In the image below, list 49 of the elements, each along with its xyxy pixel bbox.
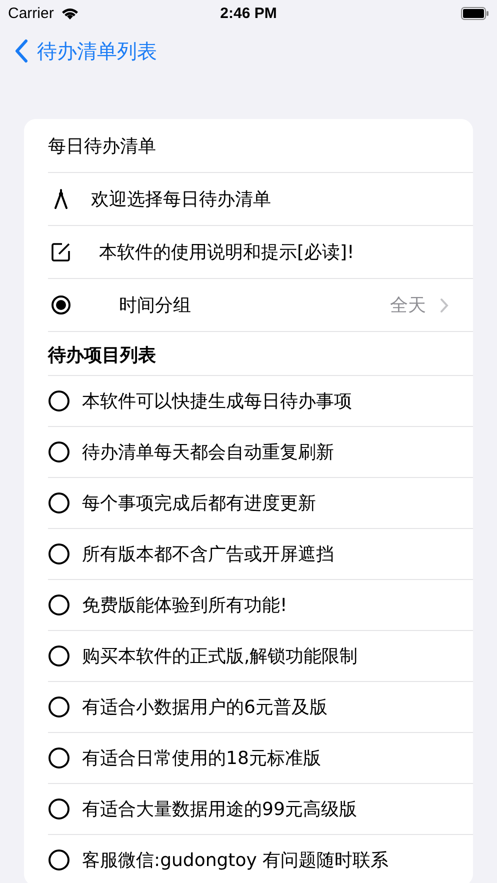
todo-row[interactable]: 有适合大量数据用途的99元高级版 xyxy=(48,784,473,835)
menu-label: 本软件的使用说明和提示[必读]! xyxy=(99,241,354,264)
battery-icon xyxy=(461,6,489,20)
menu-row[interactable]: 时间分组 全天 xyxy=(48,279,473,332)
checkbox-icon[interactable] xyxy=(48,798,70,820)
status-time: 2:46 PM xyxy=(220,4,277,22)
todo-label: 本软件可以快捷生成每日待办事项 xyxy=(82,390,352,413)
todo-label: 每个事项完成后都有进度更新 xyxy=(82,492,316,515)
todo-label: 有适合小数据用户的6元普及版 xyxy=(82,696,328,719)
todo-row[interactable]: 待办清单每天都会自动重复刷新 xyxy=(48,427,473,478)
checkbox-icon[interactable] xyxy=(48,543,70,565)
todo-label: 有适合日常使用的18元标准版 xyxy=(82,747,321,770)
checkbox-icon[interactable] xyxy=(48,594,70,616)
todo-row[interactable]: 本软件可以快捷生成每日待办事项 xyxy=(48,376,473,427)
carrier-label: Carrier xyxy=(8,4,54,22)
chevron-right-icon xyxy=(440,298,449,312)
todo-label: 购买本软件的正式版,解锁功能限制 xyxy=(82,645,358,668)
menu-value: 全天 xyxy=(390,294,426,317)
chevron-left-icon xyxy=(14,39,28,63)
menu-row[interactable]: 本软件的使用说明和提示[必读]! xyxy=(48,226,473,279)
todo-row[interactable]: 客服微信:gudongtoy 有问题随时联系 xyxy=(48,835,473,883)
todo-label: 客服微信:gudongtoy 有问题随时联系 xyxy=(82,849,389,872)
todo-label: 有适合大量数据用途的99元高级版 xyxy=(82,798,357,821)
checkbox-icon[interactable] xyxy=(48,645,70,667)
todo-row[interactable]: 免费版能体验到所有功能! xyxy=(48,580,473,631)
menu-label: 欢迎选择每日待办清单 xyxy=(91,188,271,211)
checkbox-icon[interactable] xyxy=(48,696,70,718)
menu-row[interactable]: 欢迎选择每日待办清单 xyxy=(48,173,473,226)
edit-icon xyxy=(51,242,71,262)
todo-row[interactable]: 所有版本都不含广告或开屏遮挡 xyxy=(48,529,473,580)
wifi-icon xyxy=(60,6,80,20)
todo-row[interactable]: 有适合日常使用的18元标准版 xyxy=(48,733,473,784)
checkbox-icon[interactable] xyxy=(48,441,70,463)
todo-row[interactable]: 有适合小数据用户的6元普及版 xyxy=(48,682,473,733)
checkbox-icon[interactable] xyxy=(48,492,70,514)
target-icon xyxy=(51,295,71,315)
compass-icon xyxy=(54,189,68,209)
section-title: 待办项目列表 xyxy=(48,344,156,366)
todo-label: 免费版能体验到所有功能! xyxy=(82,594,288,617)
checkbox-icon[interactable] xyxy=(48,849,70,871)
back-button[interactable]: 待办清单列表 xyxy=(14,38,157,64)
todo-row[interactable]: 购买本软件的正式版,解锁功能限制 xyxy=(48,631,473,682)
todo-label: 所有版本都不含广告或开屏遮挡 xyxy=(82,543,334,566)
menu-label: 时间分组 xyxy=(119,294,191,317)
card-title: 每日待办清单 xyxy=(48,134,156,158)
todo-label: 待办清单每天都会自动重复刷新 xyxy=(82,441,334,464)
checkbox-icon[interactable] xyxy=(48,390,70,412)
todo-row[interactable]: 每个事项完成后都有进度更新 xyxy=(48,478,473,529)
checkbox-icon[interactable] xyxy=(48,747,70,769)
